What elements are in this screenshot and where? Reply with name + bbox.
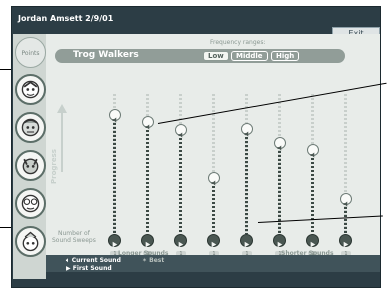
current-sound-marker[interactable] — [109, 109, 121, 123]
legend-best: Best — [149, 257, 165, 264]
current-sound-marker[interactable] — [340, 193, 352, 207]
first-sound-button[interactable] — [339, 234, 352, 248]
first-sound-button[interactable] — [207, 234, 220, 248]
sweeps-label-line2: Sound Sweeps — [52, 237, 96, 244]
frequency-low-button[interactable]: Low — [203, 51, 229, 61]
current-sound-marker[interactable] — [142, 116, 154, 130]
progress-column-2: 1 — [139, 94, 157, 264]
progress-column-1: 1 — [106, 94, 124, 264]
progress-fill — [245, 129, 248, 234]
first-sound-button[interactable] — [174, 234, 187, 248]
character-face-icon — [21, 80, 40, 99]
game-panel: Frequency ranges: Trog Walkers Low Middl… — [46, 34, 380, 272]
frequency-middle-button[interactable]: Middle — [231, 51, 268, 61]
play-icon: ▶ — [66, 265, 71, 272]
progress-axis-label: Progress — [50, 149, 58, 184]
progress-fill — [113, 115, 116, 234]
player-avatar-3[interactable] — [15, 150, 46, 181]
sound-sweeps-label: Number of Sound Sweeps — [52, 230, 96, 244]
character-face-icon — [21, 118, 40, 137]
app-window: Jordan Amsett 2/9/01 Exit Points Frequen… — [11, 6, 381, 288]
progress-column-4: 1 — [205, 94, 223, 264]
player-avatar-1[interactable] — [15, 74, 46, 105]
character-face-icon — [21, 194, 40, 213]
progress-arrow-shaft — [61, 112, 63, 172]
star-icon: ✶ — [142, 257, 148, 264]
user-date-title: Jordan Amsett 2/9/01 — [18, 14, 114, 23]
legend-first-sound: First Sound — [72, 265, 112, 272]
game-title: Trog Walkers — [73, 50, 139, 60]
speaker-icon: 🔈︎ — [66, 257, 70, 264]
first-sound-button[interactable] — [108, 234, 121, 248]
current-sound-marker[interactable] — [175, 124, 187, 138]
current-sound-marker[interactable] — [307, 144, 319, 158]
frequency-high-button[interactable]: High — [271, 51, 300, 61]
progress-fill — [311, 150, 314, 234]
character-face-icon — [22, 158, 39, 175]
title-bar: Frequency ranges: Trog Walkers Low Middl… — [55, 39, 345, 63]
player-avatar-4[interactable] — [15, 188, 46, 219]
frequency-ranges-label: Frequency ranges: — [210, 39, 266, 46]
first-sound-button[interactable] — [306, 234, 319, 248]
top-bar: Jordan Amsett 2/9/01 Exit — [12, 7, 380, 39]
player-avatar-5[interactable] — [15, 226, 46, 257]
first-sound-button[interactable] — [141, 234, 154, 248]
sweeps-label-line1: Number of — [58, 230, 90, 237]
progress-column-6: 1 — [271, 94, 289, 264]
progress-column-7: 1 — [304, 94, 322, 264]
progress-fill — [146, 122, 149, 234]
points-button[interactable]: Points — [15, 37, 46, 68]
player-sidebar: Points — [13, 34, 46, 279]
progress-fill — [179, 130, 182, 234]
player-avatar-2[interactable] — [15, 112, 46, 143]
first-sound-button[interactable] — [240, 234, 253, 248]
first-sound-button[interactable] — [273, 234, 286, 248]
character-face-icon — [22, 231, 39, 252]
progress-column-5: 1 — [238, 94, 256, 264]
current-sound-marker[interactable] — [241, 123, 253, 137]
current-sound-marker[interactable] — [208, 172, 220, 186]
progress-column-8: 1 — [337, 94, 355, 264]
current-sound-marker[interactable] — [274, 137, 286, 151]
legend-current-sound: Current Sound — [71, 257, 121, 264]
